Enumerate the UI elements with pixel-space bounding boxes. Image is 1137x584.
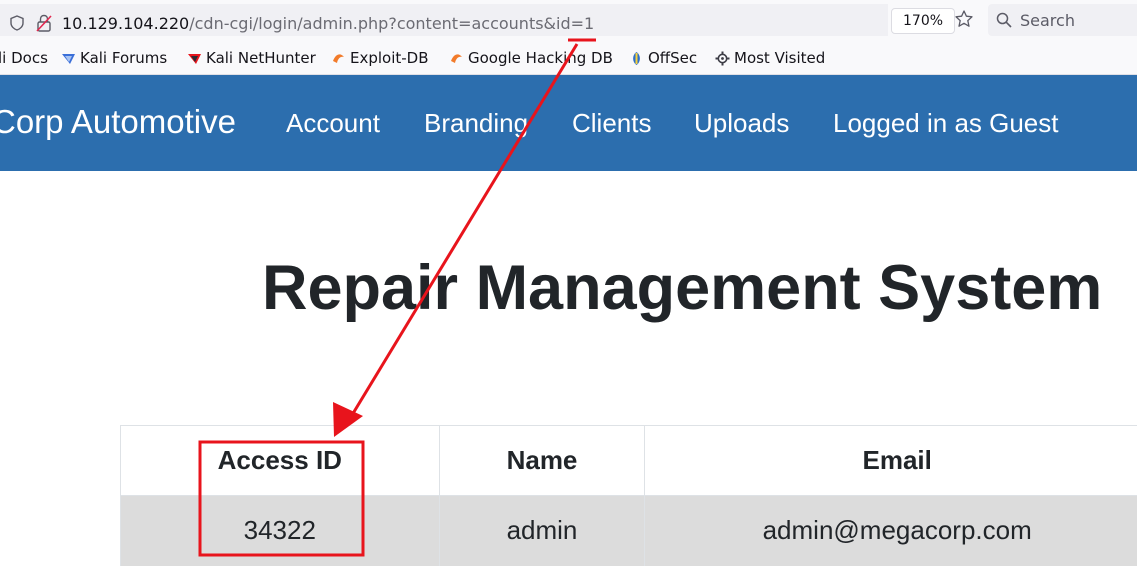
bookmark-label: Exploit-DB [350,49,429,67]
table-row: 34322 admin admin@megacorp.com [120,495,1137,566]
cell-name: admin [438,495,646,566]
bookmark-label: li Docs [0,49,48,67]
gear-icon [715,51,730,65]
url-text[interactable]: 10.129.104.220/cdn-cgi/login/admin.php?c… [62,14,594,33]
table-header-row: Access ID Name Email [120,425,1137,496]
search-bar[interactable]: Search [988,4,1137,36]
cell-access-id: 34322 [120,495,440,566]
column-header-access-id: Access ID [120,425,440,496]
zoom-level-button[interactable]: 170% [891,8,956,34]
kali-forums-icon [62,53,75,64]
bookmark-google-hacking-db[interactable]: Google Hacking DB [449,49,613,67]
bookmark-label: OffSec [648,49,698,67]
site-navbar: Corp Automotive Account Branding Clients… [0,75,1137,171]
bookmark-label: Google Hacking DB [468,49,613,67]
bookmark-label: Most Visited [734,49,826,67]
bookmark-label: Kali NetHunter [206,49,316,67]
url-path: /cdn-cgi/login/admin.php?content=account… [189,14,595,33]
bookmark-kali-docs[interactable]: li Docs [0,49,48,67]
page-heading: Repair Management System [262,253,1103,323]
bookmark-kali-nethunter[interactable]: Kali NetHunter [187,49,316,67]
bookmark-star-icon[interactable] [954,9,974,29]
cell-email: admin@megacorp.com [644,495,1137,566]
nav-link-account[interactable]: Account [286,108,380,139]
kali-nethunter-icon [188,53,201,64]
column-header-name: Name [438,425,646,496]
google-hacking-db-icon [451,53,462,63]
browser-toolbar: 10.129.104.220/cdn-cgi/login/admin.php?c… [0,0,1137,40]
bookmark-kali-forums[interactable]: Kali Forums [61,49,167,67]
search-icon [996,12,1012,28]
bookmarks-toolbar: li Docs Kali Forums Kali NetHunter Explo… [0,40,1137,75]
url-host: 10.129.104.220 [62,14,190,33]
navbar-brand[interactable]: Corp Automotive [0,103,236,141]
shield-icon[interactable] [10,15,24,31]
bookmark-label: Kali Forums [80,49,168,67]
insecure-lock-icon[interactable] [36,14,52,32]
nav-link-logged-in-user[interactable]: Logged in as Guest [833,108,1059,139]
nav-link-branding[interactable]: Branding [424,108,528,139]
bookmark-offsec[interactable]: OffSec [629,49,697,67]
nav-link-clients[interactable]: Clients [572,108,651,139]
exploit-db-icon [333,53,344,63]
bookmark-most-visited[interactable]: Most Visited [715,49,825,67]
nav-link-uploads[interactable]: Uploads [694,108,789,139]
address-bar[interactable]: 10.129.104.220/cdn-cgi/login/admin.php?c… [0,4,888,36]
column-header-email: Email [644,425,1137,496]
search-placeholder: Search [1020,11,1075,30]
offsec-icon [633,51,640,65]
accounts-table: Access ID Name Email 34322 admin admin@m… [120,425,1137,566]
bookmark-exploit-db[interactable]: Exploit-DB [331,49,429,67]
